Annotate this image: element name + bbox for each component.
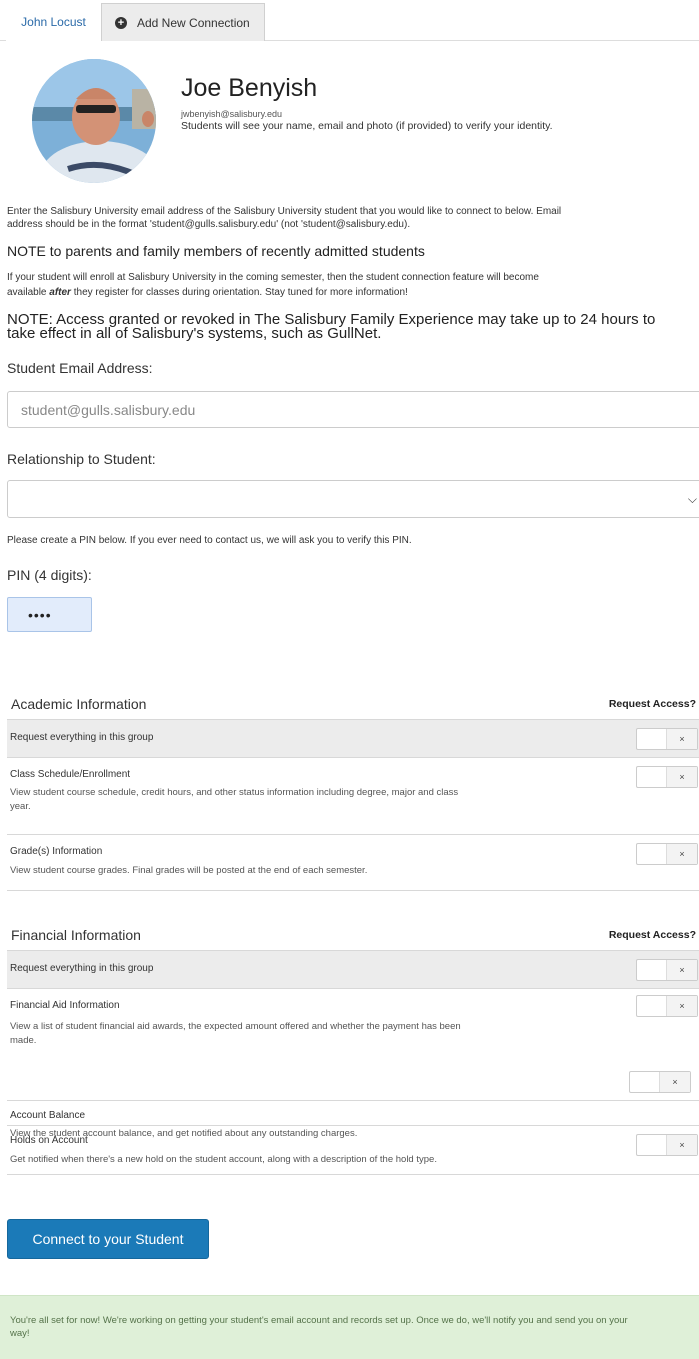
request-all-row-academic: Request everything in this group ×	[7, 719, 699, 757]
tab-john-locust[interactable]: John Locust	[6, 3, 101, 41]
toggle-x-icon: ×	[666, 1135, 697, 1155]
toggle-x-icon: ×	[666, 729, 697, 749]
request-access-header: Request Access?	[608, 698, 696, 710]
access-row-holds: Holds on Account Get notified when there…	[7, 1125, 699, 1175]
access-note-line: take effect in all of Salisbury's system…	[7, 325, 382, 342]
tab-label: Add New Connection	[137, 15, 250, 30]
request-all-toggle-financial[interactable]: ×	[636, 959, 698, 981]
profile-name: Joe Benyish	[181, 74, 318, 102]
toggle-x-icon: ×	[666, 767, 697, 787]
student-email-label: Student Email Address:	[7, 360, 153, 376]
pin-intro: Please create a PIN below. If you ever n…	[7, 535, 412, 546]
access-toggle-class-schedule[interactable]: ×	[636, 766, 698, 788]
request-all-label: Request everything in this group	[10, 732, 154, 743]
access-item-desc: View a list of student financial aid awa…	[10, 1021, 461, 1032]
profile-email: jwbenyish@salisbury.edu	[181, 109, 283, 119]
parents-note-line: available after they register for classe…	[7, 286, 408, 299]
group-title-financial: Financial Information	[11, 927, 141, 943]
request-all-row-financial: Request everything in this group ×	[7, 950, 699, 988]
parents-note-emphasis: after	[49, 287, 71, 298]
access-toggle-account-balance[interactable]: ×	[629, 1071, 691, 1093]
profile-verification-note: Students will see your name, email and p…	[181, 120, 553, 132]
parents-note-text: they register for classes during orienta…	[70, 287, 408, 298]
toggle-x-icon: ×	[666, 960, 697, 980]
avatar	[32, 59, 156, 183]
request-access-header: Request Access?	[608, 929, 696, 941]
access-item-desc: year.	[10, 801, 31, 812]
student-email-input[interactable]: student@gulls.salisbury.edu	[7, 391, 699, 428]
parents-note-heading: NOTE to parents and family members of re…	[7, 243, 425, 259]
access-row-grades: Grade(s) Information View student course…	[7, 834, 699, 891]
access-item-desc: Get notified when there's a new hold on …	[10, 1154, 437, 1165]
connect-to-student-button[interactable]: Connect to your Student	[7, 1219, 209, 1259]
request-all-toggle-academic[interactable]: ×	[636, 728, 698, 750]
access-item-title: Holds on Account	[10, 1135, 88, 1146]
access-item-title: Account Balance	[10, 1110, 86, 1121]
pin-label: PIN (4 digits):	[7, 567, 92, 583]
parents-note-text: available	[7, 287, 50, 298]
tab-add-new-connection[interactable]: + Add New Connection	[101, 3, 265, 41]
access-toggle-grades[interactable]: ×	[636, 843, 698, 865]
access-row-financial-aid: Financial Aid Information View a list of…	[7, 988, 699, 1100]
plus-circle-icon: +	[115, 16, 127, 29]
connection-tabs: John Locust + Add New Connection	[0, 0, 699, 41]
request-all-label: Request everything in this group	[10, 963, 154, 974]
alert-text-line: way!	[10, 1328, 30, 1339]
tab-label: John Locust	[21, 15, 86, 29]
access-item-title: Financial Aid Information	[10, 1000, 120, 1011]
access-item-title: Grade(s) Information	[10, 846, 103, 857]
toggle-x-icon: ×	[666, 996, 697, 1016]
instructions-line: Enter the Salisbury University email add…	[7, 206, 562, 217]
pin-input[interactable]: ••••	[7, 597, 92, 632]
access-item-desc: View student course grades. Final grades…	[10, 865, 368, 876]
access-row-class-schedule: Class Schedule/Enrollment View student c…	[7, 757, 699, 834]
access-toggle-financial-aid[interactable]: ×	[636, 995, 698, 1017]
toggle-x-icon: ×	[666, 844, 697, 864]
toggle-x-icon: ×	[659, 1072, 690, 1092]
alert-text-line: You're all set for now! We're working on…	[10, 1315, 628, 1326]
access-toggle-holds[interactable]: ×	[636, 1134, 698, 1156]
instructions-line: address should be in the format 'student…	[7, 219, 411, 230]
access-item-desc: View student course schedule, credit hou…	[10, 787, 459, 798]
access-item-title: Class Schedule/Enrollment	[10, 769, 131, 780]
access-item-desc: made.	[10, 1035, 37, 1046]
group-title-academic: Academic Information	[11, 696, 147, 712]
chevron-down-icon: ⌵	[687, 492, 697, 506]
parents-note-line: If your student will enroll at Salisbury…	[7, 272, 539, 283]
access-row-account-balance	[7, 1100, 699, 1128]
relationship-select[interactable]: ⌵	[7, 480, 699, 518]
success-alert: You're all set for now! We're working on…	[0, 1295, 699, 1359]
relationship-label: Relationship to Student:	[7, 451, 156, 467]
